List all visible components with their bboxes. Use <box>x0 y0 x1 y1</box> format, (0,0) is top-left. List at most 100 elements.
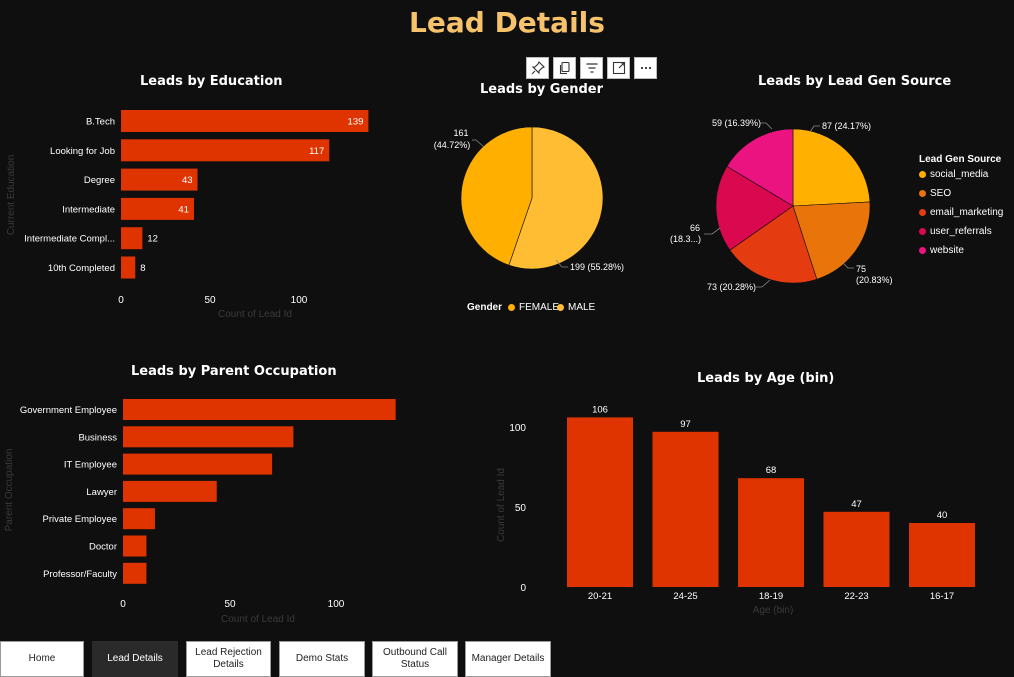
age-y-axis-label: Count of Lead Id <box>496 468 507 542</box>
parent-bar[interactable] <box>123 453 273 475</box>
source-legend-social[interactable]: social_media <box>919 169 988 180</box>
age-tick-100: 100 <box>509 423 526 434</box>
education-tick-100: 100 <box>291 295 308 306</box>
source-legend-website-label: website <box>930 245 964 256</box>
age-bar[interactable] <box>909 523 975 587</box>
parent-category-label: Government Employee <box>20 405 117 416</box>
age-bar[interactable] <box>652 431 719 587</box>
education-data-label: 117 <box>309 146 324 157</box>
more-options-icon[interactable] <box>634 57 657 79</box>
nav-outbound-call-button[interactable]: Outbound Call Status <box>372 641 458 677</box>
education-category-label: Degree <box>84 175 115 186</box>
age-data-label: 106 <box>592 404 608 415</box>
education-chart-title: Leads by Education <box>140 74 283 89</box>
pin-icon[interactable] <box>526 57 549 79</box>
education-category-label: Looking for Job <box>50 146 115 157</box>
age-bar[interactable] <box>823 511 890 587</box>
gender-leader-female <box>472 139 485 148</box>
source-legend-email-label: email_marketing <box>930 207 1004 218</box>
age-bar[interactable] <box>738 478 804 587</box>
age-data-label: 97 <box>680 419 691 430</box>
parent-category-label: IT Employee <box>64 460 117 471</box>
referrals-dot-icon <box>919 228 926 235</box>
parent-tick-100: 100 <box>328 599 345 610</box>
source-legend-seo[interactable]: SEO <box>919 188 951 199</box>
education-bar[interactable] <box>121 110 369 132</box>
page-title: Lead Details <box>409 6 605 39</box>
source-slice[interactable] <box>792 128 871 207</box>
male-dot-icon <box>557 304 564 311</box>
source-legend-referrals[interactable]: user_referrals <box>919 226 992 237</box>
source-legend-title: Lead Gen Source <box>919 154 1002 165</box>
nav-demo-stats-button[interactable]: Demo Stats <box>279 641 365 677</box>
education-category-label: Intermediate Compl... <box>24 234 115 245</box>
age-tick-50: 50 <box>515 503 527 514</box>
parent-chart: Parent Occupation Government Employee Bus… <box>4 399 396 625</box>
source-label-referrals-count: 66 <box>690 223 700 233</box>
parent-bar[interactable] <box>123 399 396 420</box>
source-label-seo-count: 75 <box>856 264 866 274</box>
nav-lead-rejection-label-1: Lead Rejection <box>195 647 262 658</box>
parent-bar[interactable] <box>123 508 155 530</box>
nav-lead-rejection-button[interactable]: Lead Rejection Details <box>186 641 271 677</box>
education-bar[interactable] <box>121 139 330 162</box>
parent-bar[interactable] <box>123 480 217 502</box>
nav-home-label: Home <box>28 653 56 664</box>
education-category-label: 10th Completed <box>48 263 115 274</box>
source-label-referrals-pct: (18.3...) <box>670 234 701 244</box>
age-category-label: 20-21 <box>588 591 612 602</box>
focus-mode-icon[interactable] <box>607 57 630 79</box>
nav-home-button[interactable]: Home <box>0 641 84 677</box>
age-data-label: 68 <box>766 465 777 476</box>
seo-dot-icon <box>919 190 926 197</box>
education-data-label: 139 <box>348 117 364 128</box>
education-bar[interactable] <box>121 256 136 279</box>
age-data-label: 47 <box>851 499 862 510</box>
gender-legend-female[interactable]: FEMALE <box>508 302 559 313</box>
source-leader-email <box>756 279 771 288</box>
source-leader-website <box>760 122 773 130</box>
education-tick-0: 0 <box>118 295 124 306</box>
parent-bar[interactable] <box>123 535 147 557</box>
gender-label-male: 199 (55.28%) <box>570 262 624 272</box>
source-legend-website[interactable]: website <box>919 245 964 256</box>
parent-chart-title: Leads by Parent Occupation <box>131 364 337 379</box>
education-bar[interactable] <box>121 227 143 250</box>
source-label-social: 87 (24.17%) <box>822 121 871 131</box>
age-bar[interactable] <box>567 417 633 587</box>
parent-category-label: Business <box>78 432 117 443</box>
nav-lead-details-label: Lead Details <box>107 653 163 664</box>
gender-chart-title: Leads by Gender <box>480 82 604 97</box>
age-category-label: 16-17 <box>930 591 954 602</box>
parent-bar[interactable] <box>123 562 147 584</box>
website-dot-icon <box>919 247 926 254</box>
source-legend-email[interactable]: email_marketing <box>919 207 1003 218</box>
gender-legend-male-label: MALE <box>568 302 596 313</box>
nav-lead-details-button[interactable]: Lead Details <box>92 641 178 677</box>
visual-toolbar <box>526 57 657 79</box>
parent-category-label: Professor/Faculty <box>43 569 117 580</box>
age-x-axis-label: Age (bin) <box>753 605 794 616</box>
gender-legend-male[interactable]: MALE <box>557 302 595 313</box>
nav-lead-rejection-label-2: Details <box>213 659 244 670</box>
education-category-label: Intermediate <box>62 204 115 215</box>
parent-tick-0: 0 <box>120 599 126 610</box>
filter-icon[interactable] <box>580 57 603 79</box>
parent-bar[interactable] <box>123 426 294 448</box>
education-chart: Current Education B.Tech 139 Looking for J… <box>6 110 369 320</box>
parent-tick-50: 50 <box>224 599 236 610</box>
source-legend-social-label: social_media <box>930 169 989 180</box>
education-data-label: 12 <box>147 234 158 245</box>
gender-legend-title: Gender <box>467 302 503 313</box>
nav-manager-details-button[interactable]: Manager Details <box>465 641 551 677</box>
education-category-label: B.Tech <box>86 117 115 128</box>
age-category-label: 22-23 <box>844 591 868 602</box>
source-chart-title: Leads by Lead Gen Source <box>758 74 952 89</box>
email-dot-icon <box>919 209 926 216</box>
education-data-label: 41 <box>178 204 189 215</box>
copy-icon[interactable] <box>553 57 576 79</box>
education-data-label: 43 <box>182 175 193 186</box>
parent-bars: Government Employee Business IT Employee La… <box>20 399 396 584</box>
parent-category-label: Lawyer <box>86 487 117 498</box>
nav-demo-stats-label: Demo Stats <box>295 653 349 664</box>
